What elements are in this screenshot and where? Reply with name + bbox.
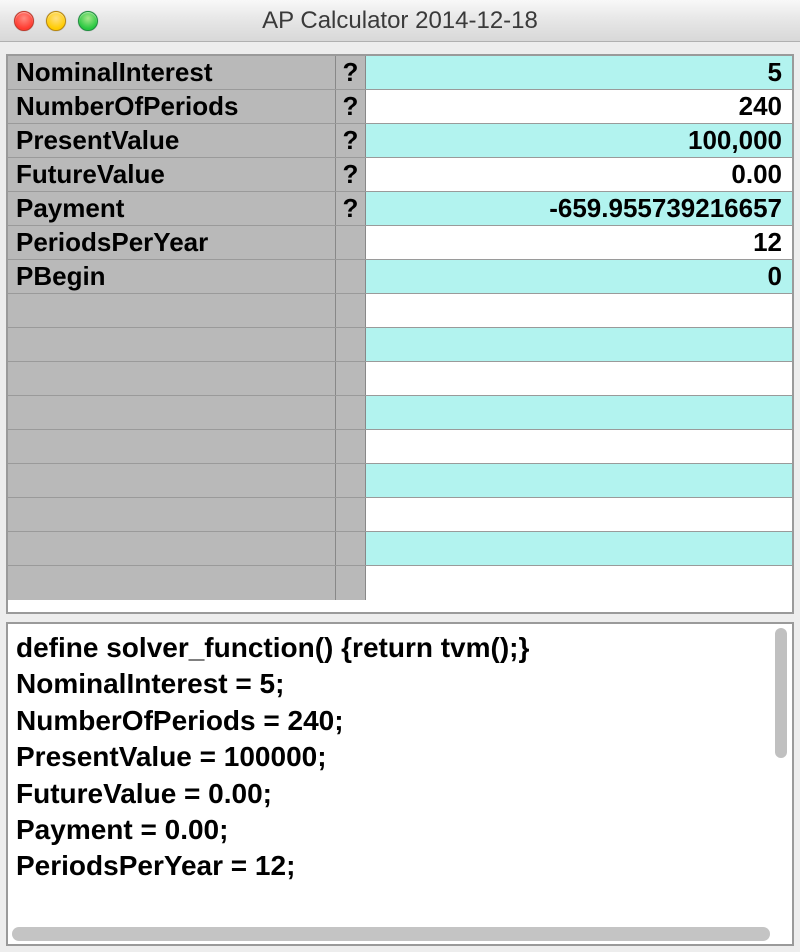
variable-label [8,396,336,429]
grid-row [8,396,792,430]
close-icon[interactable] [14,11,34,31]
minimize-icon[interactable] [46,11,66,31]
grid-row: PresentValue?100,000 [8,124,792,158]
grid-row [8,362,792,396]
variable-label [8,532,336,565]
grid-row [8,430,792,464]
grid-row [8,498,792,532]
solve-button[interactable]: ? [336,90,366,123]
variable-label: PBegin [8,260,336,293]
variable-label [8,566,336,600]
variable-label [8,294,336,327]
horizontal-scrollbar[interactable] [8,924,792,944]
grid-row: PBegin 0 [8,260,792,294]
grid-row [8,532,792,566]
solve-button [336,566,366,600]
variable-value[interactable] [366,566,792,600]
solve-button [336,498,366,531]
grid-row: NominalInterest?5 [8,56,792,90]
zoom-icon[interactable] [78,11,98,31]
grid-row [8,566,792,600]
variable-value[interactable] [366,396,792,429]
window-title: AP Calculator 2014-12-18 [0,7,800,35]
solve-button[interactable]: ? [336,158,366,191]
grid-row [8,464,792,498]
vertical-scrollbar[interactable] [772,626,790,920]
variables-grid: NominalInterest?5NumberOfPeriods?240Pres… [6,54,794,614]
variable-value[interactable]: 5 [366,56,792,89]
scrollbar-thumb[interactable] [775,628,787,758]
variable-label [8,328,336,361]
variable-value[interactable] [366,498,792,531]
solve-button [336,226,366,259]
variable-value[interactable] [366,362,792,395]
variable-label [8,430,336,463]
solve-button [336,362,366,395]
solve-button [336,294,366,327]
variable-value[interactable] [366,532,792,565]
variable-label: FutureValue [8,158,336,191]
variable-value[interactable] [366,430,792,463]
variable-value[interactable]: 240 [366,90,792,123]
content-area: NominalInterest?5NumberOfPeriods?240Pres… [0,42,800,952]
solve-button [336,328,366,361]
variable-value[interactable]: 0.00 [366,158,792,191]
variable-label [8,464,336,497]
variable-label [8,498,336,531]
variable-label: PresentValue [8,124,336,157]
solve-button [336,464,366,497]
variable-label: PeriodsPerYear [8,226,336,259]
variable-label: Payment [8,192,336,225]
variable-label: NominalInterest [8,56,336,89]
grid-row: NumberOfPeriods?240 [8,90,792,124]
scrollbar-thumb[interactable] [12,927,770,941]
solve-button [336,396,366,429]
grid-row: PeriodsPerYear 12 [8,226,792,260]
variable-value[interactable]: 0 [366,260,792,293]
grid-row: Payment?-659.955739216657 [8,192,792,226]
variable-value[interactable]: 100,000 [366,124,792,157]
solve-button [336,532,366,565]
variable-value[interactable] [366,464,792,497]
solve-button [336,260,366,293]
grid-row [8,328,792,362]
variable-value[interactable] [366,294,792,327]
variable-value[interactable]: -659.955739216657 [366,192,792,225]
grid-row: FutureValue?0.00 [8,158,792,192]
solve-button[interactable]: ? [336,124,366,157]
solve-button [336,430,366,463]
solve-button[interactable]: ? [336,56,366,89]
solve-button[interactable]: ? [336,192,366,225]
window-titlebar: AP Calculator 2014-12-18 [0,0,800,42]
code-editor-wrap: define solver_function() {return tvm();}… [6,622,794,946]
variable-value[interactable]: 12 [366,226,792,259]
variable-label [8,362,336,395]
grid-row [8,294,792,328]
variable-value[interactable] [366,328,792,361]
traffic-lights [0,11,98,31]
variable-label: NumberOfPeriods [8,90,336,123]
code-editor[interactable]: define solver_function() {return tvm();}… [8,624,792,924]
